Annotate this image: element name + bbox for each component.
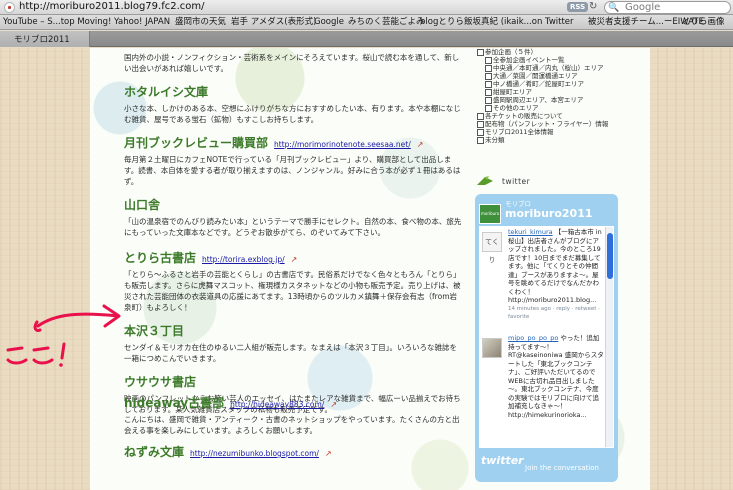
entry-description: 国内外の小説・ノンフィクション・芸術系をメインにそろえています。桜山で読む本を通… — [124, 53, 460, 73]
entry-torira-kosho: とりら古書店 http://torira.exblog.jp/ ↗ 「とりら～ふ… — [124, 249, 464, 313]
twitter-logo[interactable]: twitter — [481, 454, 524, 467]
annotation-glyph — [6, 346, 28, 365]
search-icon: 🔍 — [608, 3, 620, 13]
category-link[interactable]: 未分類 — [476, 136, 646, 144]
bookmark-item[interactable]: YouTube – S...top Moving! — [3, 16, 111, 28]
tweet-text: 【一箱古本市 in 桜山】出店者さんがブログにアップされました。今のところ19店… — [508, 228, 602, 304]
category-link[interactable]: 大通／菜園／開運橋通エリア — [476, 72, 646, 80]
category-link[interactable]: 中央通／本町通／内丸（桜山）エリア — [476, 64, 646, 72]
category-link[interactable]: 配布物（パンフレット・フライヤー）情報 — [476, 120, 646, 128]
category-link[interactable]: モリブロ2011全体情報 — [476, 128, 646, 136]
tweet-meta[interactable]: 14 minutes ago · reply · retweet · favor… — [508, 305, 604, 322]
profile-avatar[interactable] — [479, 204, 501, 224]
external-link-icon: ↗ — [330, 400, 338, 409]
category-link[interactable]: 中ノ橋通／肴町／鉈屋町エリア — [476, 80, 646, 88]
tab-moriburo[interactable]: モリブロ2011 — [0, 31, 90, 47]
url-text[interactable]: http://moriburo2011.blog79.fc2.com/ — [19, 1, 205, 12]
entry-honzawa: 本沢３丁目 センダイ＆モリオカ在住のゆるい二人組が販売します。なまえは「本沢３丁… — [124, 322, 464, 364]
external-link-icon: ↗ — [290, 255, 298, 264]
entry-description: 小さな本、しかけのある本、空想にふけりがちな方におすすめしたい本、有ります。本や… — [124, 104, 461, 124]
site-favicon-icon — [4, 2, 15, 13]
entry-title: 山口舎 — [124, 198, 161, 212]
entry-yamaguchisha: 山口舎 「山の温泉宿でのんびり読みたい本」というテーマで勝手にセレクト。自然の本… — [124, 196, 464, 238]
entry-description: センダイ＆モリオカ在住のゆるい二人組が販売します。なまえは「本沢３丁目」。いろい… — [124, 343, 457, 363]
entry-hotaruishi: ホタルイシ文庫 小さな本、しかけのある本、空想にふけりがちな方におすすめしたい本… — [124, 83, 464, 125]
entry-link[interactable]: http://hideaway883.com/ — [230, 400, 324, 409]
search-input[interactable]: 🔍 Google — [604, 1, 731, 14]
entry-monthly-book-review: 月刊ブックレビュー購買部 http://morimorinotenote.see… — [124, 134, 464, 187]
feed-scrollbar[interactable] — [605, 227, 613, 447]
twitter-bird-icon — [477, 176, 493, 185]
bookmark-item[interactable]: 盛岡市の天気 — [175, 16, 226, 28]
address-bar[interactable]: http://moriburo2011.blog79.fc2.com/ RSS … — [0, 0, 733, 15]
annotation-glyph — [32, 346, 54, 365]
scrollbar-thumb[interactable] — [607, 233, 613, 279]
category-link[interactable]: 全参加企画イベント一覧 — [476, 56, 646, 64]
bookmarks-bar: YouTube – S...top Moving! Yahoo! JAPAN 盛… — [0, 15, 733, 30]
annotation-glyph — [59, 363, 63, 367]
bookmark-item[interactable]: Yahoo! JAPAN — [114, 16, 170, 28]
tab-bar: モリブロ2011 — [0, 31, 733, 47]
annotation-glyph — [60, 342, 66, 360]
web-page: 国内外の小説・ノンフィクション・芸術系をメインにそろえています。桜山で読む本を通… — [0, 48, 733, 490]
bookmark-item[interactable]: とりら画像 — [682, 16, 725, 28]
entry-title: とりら古書店 — [124, 251, 197, 265]
tab-label: モリブロ2011 — [14, 35, 70, 45]
entry-description: 「山の温泉宿でのんびり読みたい本」というテーマで勝手にセレクト。自然の本、食べ物… — [124, 217, 462, 237]
category-link[interactable]: その他のエリア — [476, 104, 646, 112]
tweet-avatar[interactable]: てくり — [482, 232, 502, 264]
twitter-widget: モリブロ moriburo2011 てくり tekuri_kimura 【一箱古… — [475, 194, 618, 482]
tweet-username[interactable]: mipo_po_po_po — [508, 334, 558, 342]
bookmark-item[interactable]: 岩手 アメダス(表形式) — [231, 16, 316, 28]
tweet-text: やった！追加持ってます～！ RT@kaseinoniwa 盛岡からスタートした「… — [508, 334, 604, 419]
twitter-widget-header: twitter — [476, 175, 646, 189]
entry-title: ねずみ文庫 — [124, 445, 185, 459]
rss-icon[interactable]: RSS — [567, 2, 589, 12]
search-placeholder: Google — [625, 2, 661, 13]
entry-description: こんにちは、盛岡で雑貨・アンティーク・古書のネットショップをやっています。たくさ… — [124, 415, 460, 435]
category-tree: 参加企画（５件） 全参加企画イベント一覧 中央通／本町通／内丸（桜山）エリア 大通／菜… — [476, 48, 646, 144]
tweet-username[interactable]: tekuri_kimura — [508, 228, 553, 236]
entry-description: 毎月第２土曜日にカフェNOTEで行っている「月刊ブックレビュー」より、購買部とし… — [124, 155, 461, 186]
reload-icon[interactable]: ↻ — [589, 1, 597, 13]
entry-hideaway-kosho: hideaway古書部 http://hideaway883.com/ ↗ こん… — [124, 394, 464, 436]
category-link[interactable]: 盛岡駅周辺エリア、本宮エリア — [476, 96, 646, 104]
external-link-icon: ↗ — [324, 449, 332, 458]
entry-nezumi-bunko: ねずみ文庫 http://nezumibunko.blogspot.com/ ↗ — [124, 443, 464, 460]
entry-link[interactable]: http://morimorinotenote.seesaa.net/ — [274, 140, 411, 149]
entry-link[interactable]: http://torira.exblog.jp/ — [202, 255, 285, 264]
bookmark-item[interactable]: blogとりら — [420, 16, 464, 28]
join-conversation-link[interactable]: Join the conversation — [525, 464, 599, 472]
bookmark-item[interactable]: みちのく芸能ごよみ — [348, 16, 425, 28]
external-link-icon: ↗ — [416, 140, 424, 149]
entry-link[interactable]: http://nezumibunko.blogspot.com/ — [190, 449, 319, 458]
profile-username[interactable]: moriburo2011 — [505, 207, 593, 220]
tweet-feed[interactable]: てくり tekuri_kimura 【一箱古本市 in 桜山】出店者さんがブログ… — [479, 226, 614, 448]
tweet-avatar[interactable] — [482, 338, 502, 358]
entry-title: hideaway古書部 — [124, 396, 225, 410]
entry-description: 「とりら～ふるさと岩手の芸能とくらし」の古書店です。民俗系だけでなく色々ともろん… — [124, 270, 461, 312]
category-link[interactable]: 紺屋町エリア — [476, 88, 646, 96]
content-area: 国内外の小説・ノンフィクション・芸術系をメインにそろえています。桜山で読む本を通… — [90, 48, 650, 490]
entry-title: ホタルイシ文庫 — [124, 85, 209, 99]
category-link[interactable]: 各チケットの販売について — [476, 112, 646, 120]
bookmark-item[interactable]: 飯坂真紀 (ikaik...on Twitter — [464, 16, 574, 28]
handwritten-annotation — [6, 304, 121, 367]
bookmark-item[interactable]: Google — [314, 16, 344, 28]
category-link[interactable]: 参加企画（５件） — [476, 48, 646, 56]
entry-title: 月刊ブックレビュー購買部 — [124, 136, 269, 150]
twitter-header-label: twitter — [502, 177, 531, 186]
